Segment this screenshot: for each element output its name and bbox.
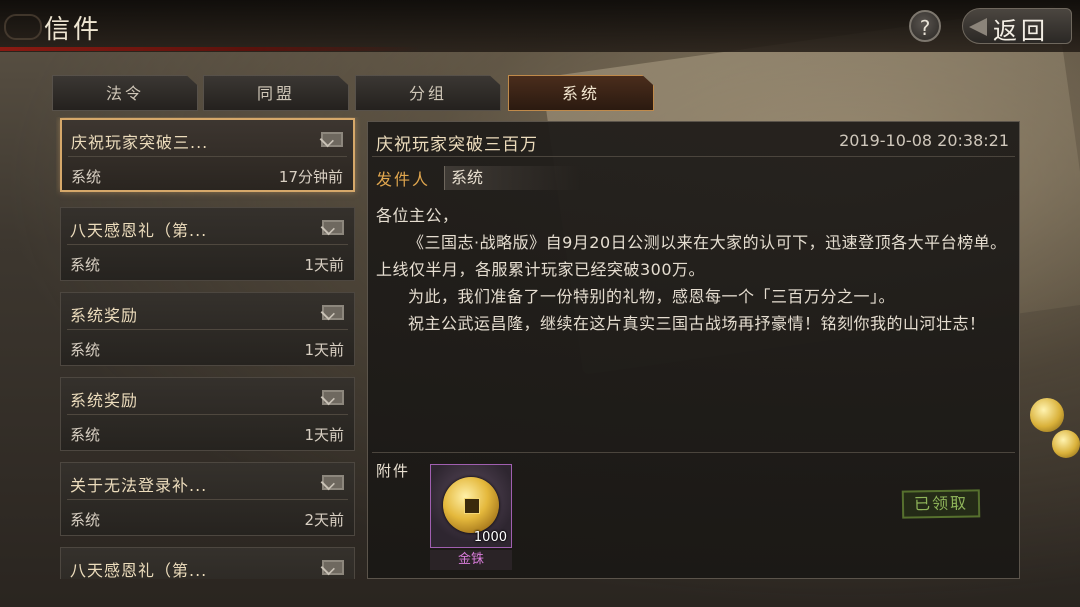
gold-coin-icon — [443, 477, 499, 533]
background-coin-icon — [1030, 398, 1064, 432]
divider — [67, 499, 348, 500]
tab-decree[interactable]: 法令 — [52, 75, 198, 111]
mail-item-sender: 系统 — [70, 341, 101, 359]
back-button[interactable]: 返回 — [962, 8, 1072, 45]
mail-item-sender: 系统 — [71, 168, 102, 186]
mail-body: 各位主公， 《三国志·战略版》自9月20日公测以来在大家的认可下，迅速登顶各大平… — [376, 202, 1008, 337]
coin-hole — [464, 498, 480, 514]
claimed-stamp: 已领取 — [901, 489, 981, 519]
mail-item-title: 八天感恩礼（第... — [70, 221, 208, 240]
back-arrow-icon — [969, 18, 987, 36]
sender-value: 系统 — [444, 166, 580, 190]
mail-list-item[interactable]: 系统奖励 系统 1天前 — [60, 292, 355, 366]
title-underline — [0, 47, 420, 51]
help-button[interactable]: ? — [909, 10, 941, 42]
mail-item-time: 1天前 — [304, 256, 344, 274]
mail-item-sender: 系统 — [70, 256, 101, 274]
mail-list[interactable]: 庆祝玩家突破三... 系统 17分钟前 八天感恩礼（第... 系统 1天前 系统… — [56, 117, 361, 579]
top-bar: 信件 ? 返回 — [0, 0, 1080, 52]
mail-paragraph: 《三国志·战略版》自9月20日公测以来在大家的认可下，迅速登顶各大平台榜单。上线… — [376, 233, 1007, 279]
divider — [67, 329, 348, 330]
envelope-icon — [322, 560, 344, 575]
attachment-quantity: 1000 — [473, 530, 507, 545]
mail-item-title: 系统奖励 — [70, 391, 139, 410]
tab-system[interactable]: 系统 — [508, 75, 654, 111]
mail-paragraph: 为此，我们准备了一份特别的礼物，感恩每一个「三百万分之一」。 — [408, 287, 896, 306]
envelope-icon — [321, 132, 343, 147]
mail-list-item[interactable]: 八天感恩礼（第... — [60, 547, 355, 579]
envelope-icon — [322, 390, 344, 405]
background-coin-icon — [1052, 430, 1080, 458]
mail-list-item[interactable]: 八天感恩礼（第... 系统 1天前 — [60, 207, 355, 281]
mail-item-title: 关于无法登录补... — [70, 476, 208, 495]
sender-label: 发件人 — [376, 170, 431, 189]
page-title: 信件 — [44, 15, 103, 45]
mail-item-time: 2天前 — [304, 511, 344, 529]
mail-detail-panel: 庆祝玩家突破三百万 2019-10-08 20:38:21 发件人 系统 各位主… — [367, 121, 1020, 579]
envelope-icon — [322, 475, 344, 490]
attachment-item-name: 金铢 — [430, 550, 512, 570]
divider — [67, 244, 348, 245]
mail-item-time: 17分钟前 — [278, 168, 343, 186]
mail-item-title: 系统奖励 — [70, 306, 139, 325]
divider — [372, 452, 1015, 453]
mail-item-title: 八天感恩礼（第... — [70, 561, 208, 579]
divider — [67, 414, 348, 415]
mail-item-sender: 系统 — [70, 511, 101, 529]
envelope-icon — [322, 220, 344, 235]
mail-item-time: 1天前 — [304, 426, 344, 444]
attachment-item-slot[interactable]: 1000 — [430, 464, 512, 548]
divider — [372, 156, 1015, 157]
attachment-label: 附件 — [376, 462, 411, 480]
mail-paragraph: 祝主公武运昌隆，继续在这片真实三国古战场再抒豪情！铭刻你我的山河壮志！ — [408, 314, 986, 333]
envelope-icon — [322, 305, 344, 320]
tab-group[interactable]: 分组 — [355, 75, 501, 111]
mail-list-item[interactable]: 庆祝玩家突破三... 系统 17分钟前 — [60, 118, 355, 192]
title-cloud-ornament — [4, 14, 42, 40]
mail-list-item[interactable]: 系统奖励 系统 1天前 — [60, 377, 355, 451]
back-button-label: 返回 — [993, 17, 1049, 45]
mail-title: 庆祝玩家突破三百万 — [376, 135, 538, 155]
mail-list-item[interactable]: 关于无法登录补... 系统 2天前 — [60, 462, 355, 536]
tab-alliance[interactable]: 同盟 — [203, 75, 349, 111]
mail-greeting: 各位主公， — [376, 206, 459, 225]
divider — [68, 156, 347, 157]
mail-item-sender: 系统 — [70, 426, 101, 444]
mail-item-time: 1天前 — [304, 341, 344, 359]
mail-date: 2019-10-08 20:38:21 — [839, 131, 1009, 150]
mail-item-title: 庆祝玩家突破三... — [71, 133, 209, 152]
